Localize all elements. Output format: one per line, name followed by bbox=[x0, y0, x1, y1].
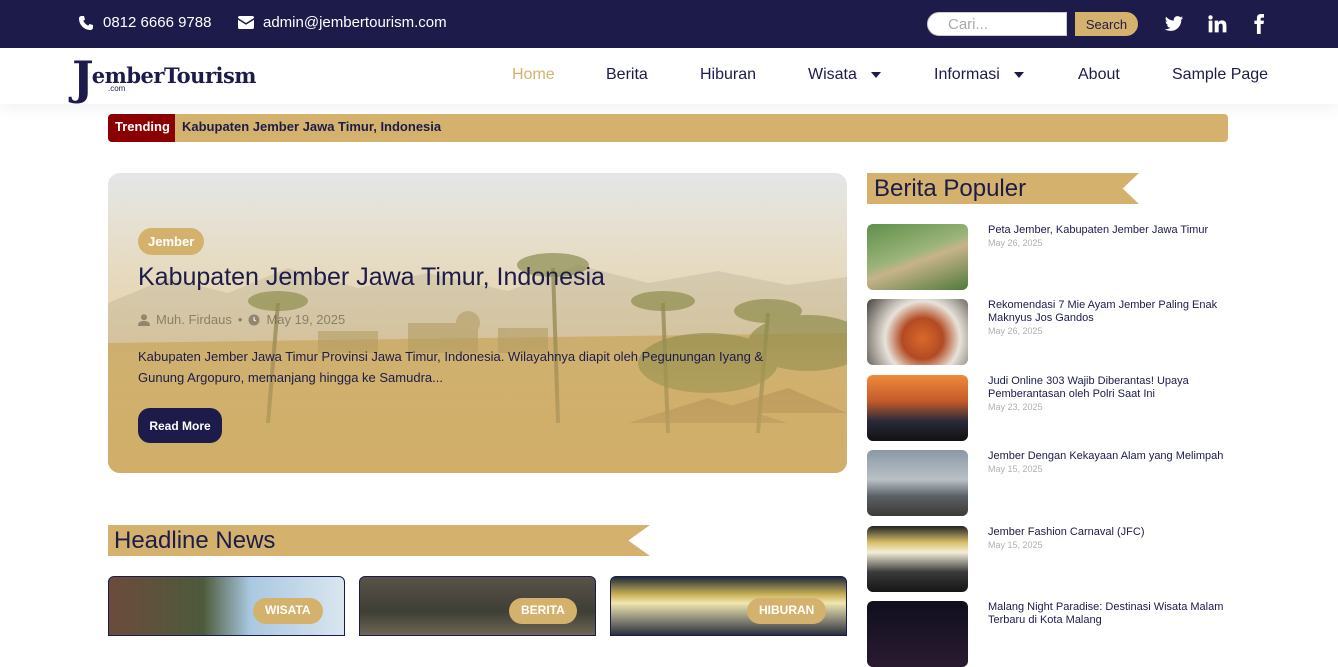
trending-ticker: Trending Kabupaten Jember Jawa Timur, In… bbox=[108, 114, 1228, 142]
email-contact[interactable]: admin@jembertourism.com bbox=[238, 14, 447, 31]
list-item[interactable]: Jember Dengan Kekayaan Alam yang Melimpa… bbox=[867, 450, 1228, 516]
list-item[interactable]: Rekomendasi 7 Mie Ayam Jember Paling Ena… bbox=[867, 299, 1228, 365]
headline-card[interactable]: WISATA bbox=[108, 576, 345, 636]
card-category-badge[interactable]: HIBURAN bbox=[747, 598, 827, 624]
post-date: May 15, 2025 bbox=[988, 540, 1043, 550]
phone-number: 0812 6666 9788 bbox=[103, 14, 212, 31]
popular-heading: Berita Populer bbox=[874, 175, 1027, 202]
hero-date: May 19, 2025 bbox=[266, 312, 346, 327]
phone-icon bbox=[79, 15, 93, 30]
post-thumbnail[interactable] bbox=[867, 526, 968, 592]
site-logo[interactable]: J emberTourism .com bbox=[72, 51, 257, 105]
facebook-link[interactable] bbox=[1249, 14, 1269, 34]
post-date: May 23, 2025 bbox=[988, 402, 1043, 412]
twitter-icon bbox=[1164, 16, 1184, 31]
nav-item-berita[interactable]: Berita bbox=[606, 66, 648, 84]
post-title[interactable]: Peta Jember, Kabupaten Jember Jawa Timur bbox=[988, 224, 1208, 236]
top-bar: 0812 6666 9788 admin@jembertourism.com S… bbox=[0, 0, 1338, 48]
card-category-badge[interactable]: BERITA bbox=[509, 598, 577, 624]
post-thumbnail[interactable] bbox=[867, 450, 968, 516]
email-address: admin@jembertourism.com bbox=[263, 14, 447, 31]
user-icon bbox=[138, 313, 150, 326]
logo-suffix: .com bbox=[108, 84, 126, 93]
post-title[interactable]: Rekomendasi 7 Mie Ayam Jember Paling Ena… bbox=[988, 299, 1217, 324]
nav-item-hiburan[interactable]: Hiburan bbox=[700, 66, 756, 84]
post-title[interactable]: Judi Online 303 Wajib Diberantas! Upaya … bbox=[988, 375, 1189, 400]
card-category-badge[interactable]: WISATA bbox=[253, 598, 323, 624]
post-thumbnail[interactable] bbox=[867, 299, 968, 365]
list-item[interactable]: Jember Fashion Carnaval (JFC) May 15, 202… bbox=[867, 526, 1228, 592]
search-input[interactable] bbox=[927, 12, 1067, 36]
headline-heading: Headline News bbox=[114, 527, 276, 554]
nav-item-wisata[interactable]: Wisata bbox=[808, 66, 881, 84]
read-more-button[interactable]: Read More bbox=[138, 408, 222, 443]
post-thumbnail[interactable] bbox=[867, 375, 968, 441]
trending-headline[interactable]: Kabupaten Jember Jawa Timur, Indonesia bbox=[182, 119, 441, 134]
chevron-down-icon bbox=[870, 72, 881, 78]
clock-icon bbox=[248, 314, 260, 325]
post-date: May 26, 2025 bbox=[988, 238, 1043, 248]
nav-item-home[interactable]: Home bbox=[512, 66, 555, 84]
main-navbar: J emberTourism .com Home Berita Hiburan … bbox=[0, 48, 1338, 104]
post-date: May 15, 2025 bbox=[988, 464, 1043, 474]
category-badge[interactable]: Jember bbox=[138, 228, 205, 255]
hero-featured-post[interactable]: Jember Kabupaten Jember Jawa Timur, Indo… bbox=[108, 173, 847, 473]
linkedin-icon bbox=[1208, 15, 1227, 33]
trending-label: Trending bbox=[108, 114, 175, 142]
post-title[interactable]: Jember Dengan Kekayaan Alam yang Melimpa… bbox=[988, 450, 1223, 462]
hero-excerpt: Kabupaten Jember Jawa Timur Provinsi Jaw… bbox=[138, 349, 764, 385]
phone-contact[interactable]: 0812 6666 9788 bbox=[78, 14, 211, 31]
post-thumbnail[interactable] bbox=[867, 601, 968, 667]
hero-meta: Muh. Firdaus • May 19, 2025 bbox=[138, 312, 345, 327]
hero-author[interactable]: Muh. Firdaus bbox=[156, 312, 232, 327]
nav-item-sample-page[interactable]: Sample Page bbox=[1172, 66, 1268, 84]
chevron-down-icon bbox=[1013, 72, 1024, 78]
nav-item-about[interactable]: About bbox=[1078, 66, 1120, 84]
post-date: May 26, 2025 bbox=[988, 326, 1043, 336]
envelope-icon bbox=[238, 16, 254, 29]
headline-card[interactable]: HIBURAN bbox=[610, 576, 847, 636]
post-title[interactable]: Malang Night Paradise: Destinasi Wisata … bbox=[988, 601, 1223, 626]
twitter-link[interactable] bbox=[1164, 14, 1184, 34]
nav-item-informasi[interactable]: Informasi bbox=[934, 66, 1024, 84]
headline-card[interactable]: BERITA bbox=[359, 576, 596, 636]
post-thumbnail[interactable] bbox=[867, 224, 968, 290]
linkedin-link[interactable] bbox=[1207, 14, 1227, 34]
search-button[interactable]: Search bbox=[1075, 12, 1138, 36]
hero-title[interactable]: Kabupaten Jember Jawa Timur, Indonesia bbox=[138, 263, 605, 292]
facebook-icon bbox=[1254, 14, 1264, 34]
list-item[interactable]: Judi Online 303 Wajib Diberantas! Upaya … bbox=[867, 375, 1228, 441]
logo-letter: J bbox=[72, 51, 94, 105]
post-title[interactable]: Jember Fashion Carnaval (JFC) bbox=[988, 526, 1145, 538]
list-item[interactable]: Peta Jember, Kabupaten Jember Jawa Timur… bbox=[867, 224, 1228, 290]
list-item[interactable]: Malang Night Paradise: Destinasi Wisata … bbox=[867, 601, 1228, 667]
